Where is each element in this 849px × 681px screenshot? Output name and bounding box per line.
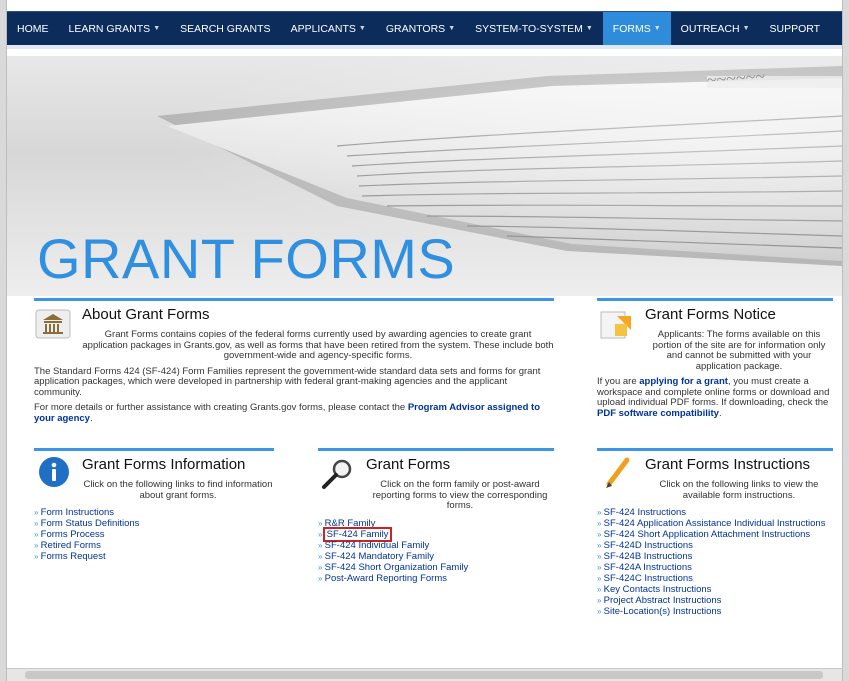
list-item[interactable]: Post-Award Reporting Forms — [318, 573, 554, 584]
page-title: GRANT FORMS — [37, 227, 456, 290]
chevron-down-icon: ▼ — [153, 25, 161, 32]
window-frame-left — [0, 0, 7, 681]
nav-item-grantors[interactable]: GRANTORS ▼ — [376, 12, 465, 46]
information-links: Form Instructions Form Status Definition… — [34, 507, 274, 562]
list-item[interactable]: SF-424C Instructions — [597, 573, 833, 584]
list-item[interactable]: SF-424 Short Application Attachment Inst… — [597, 529, 833, 540]
list-item[interactable]: SF-424 Individual Family — [318, 540, 554, 551]
warning-document-icon — [600, 311, 631, 339]
grant-forms-links: R&R Family SF-424 Family SF-424 Individu… — [318, 518, 554, 584]
list-item[interactable]: SF-424D Instructions — [597, 540, 833, 551]
chevron-down-icon: ▼ — [653, 25, 661, 32]
nav-item-applicants[interactable]: APPLICANTS ▼ — [281, 12, 376, 46]
section-divider — [34, 448, 274, 451]
highlighted-sf424-family-link[interactable]: SF-424 Family — [322, 526, 393, 542]
section-divider — [597, 298, 833, 301]
nav-item-system-to-system[interactable]: SYSTEM-TO-SYSTEM ▼ — [465, 12, 603, 46]
list-item[interactable]: Forms Request — [34, 551, 274, 562]
section-divider — [318, 448, 554, 451]
about-title: About Grant Forms — [82, 306, 210, 323]
list-item[interactable]: Form Instructions — [34, 507, 274, 518]
instructions-section: Grant Forms Instructions Click on the fo… — [597, 448, 833, 617]
nav-label: OUTREACH — [680, 23, 740, 35]
notice-paragraph-2: If you are applying for a grant, you mus… — [597, 376, 833, 419]
nav-item-search-grants[interactable]: SEARCH GRANTS — [170, 12, 280, 46]
scrollbar-thumb[interactable] — [25, 671, 823, 679]
about-p3-prefix: For more details or further assistance w… — [34, 402, 408, 413]
nav-label: SYSTEM-TO-SYSTEM — [475, 23, 583, 35]
window-frame-right — [842, 0, 849, 681]
hero-banner: ~~~~~~ GRANT FORMS — [7, 56, 842, 296]
nav-label: LEARN GRANTS — [68, 23, 151, 35]
nav-label: SEARCH GRANTS — [180, 23, 271, 35]
nav-label: HOME — [17, 23, 49, 35]
nav-label: GRANTORS — [385, 23, 446, 35]
list-item[interactable]: Form Status Definitions — [34, 518, 274, 529]
list-item[interactable]: R&R Family — [318, 518, 554, 529]
section-divider — [597, 448, 833, 451]
grant-forms-section: Grant Forms Click on the form family or … — [318, 448, 554, 584]
list-item[interactable]: Key Contacts Instructions — [597, 584, 833, 595]
nav-item-learn-grants[interactable]: LEARN GRANTS ▼ — [59, 12, 171, 46]
list-item[interactable]: SF-424A Instructions — [597, 562, 833, 573]
list-item[interactable]: Retired Forms — [34, 540, 274, 551]
applying-for-grant-link[interactable]: applying for a grant — [639, 376, 728, 387]
instructions-links: SF-424 Instructions SF-424 Application A… — [597, 507, 833, 617]
chevron-down-icon: ▼ — [358, 25, 366, 32]
pencil-icon — [606, 457, 630, 488]
chevron-down-icon: ▼ — [585, 25, 593, 32]
list-item[interactable]: SF-424 Application Assistance Individual… — [597, 518, 833, 529]
list-item[interactable]: Forms Process — [34, 529, 274, 540]
about-p3-suffix: . — [89, 412, 93, 424]
about-paragraph-3: For more details or further assistance w… — [34, 402, 554, 424]
nav-item-forms[interactable]: FORMS ▼ — [602, 12, 671, 46]
notice-p2-suffix: . — [718, 407, 722, 419]
list-item[interactable]: Site-Location(s) Instructions — [597, 606, 833, 617]
pdf-compatibility-link[interactable]: PDF software compatibility — [597, 408, 719, 419]
nav-label: APPLICANTS — [290, 23, 356, 35]
nav-item-home[interactable]: HOME — [7, 12, 59, 46]
chevron-down-icon: ▼ — [742, 25, 750, 32]
about-section: About Grant Forms Grant Forms contains c… — [34, 298, 554, 424]
about-paragraph-2: The Standard Forms 424 (SF-424) Form Fam… — [34, 365, 541, 398]
nav-label: SUPPORT — [769, 23, 821, 35]
info-icon — [39, 457, 69, 487]
horizontal-scrollbar[interactable] — [7, 668, 842, 681]
nav-label: FORMS — [612, 23, 651, 35]
information-section: Grant Forms Information Click on the fol… — [34, 448, 274, 562]
building-icon — [35, 309, 71, 339]
magnifier-icon — [322, 459, 352, 489]
nav-underline — [7, 45, 842, 49]
list-item[interactable]: Project Abstract Instructions — [597, 595, 833, 606]
about-paragraph-1: Grant Forms contains copies of the feder… — [82, 329, 554, 361]
main-navigation: HOME LEARN GRANTS ▼ SEARCH GRANTS APPLICA… — [7, 11, 842, 46]
notice-section: Grant Forms Notice Applicants: The forms… — [597, 298, 833, 419]
notice-p2-prefix: If you are — [597, 376, 640, 387]
list-item[interactable]: SF-424 Instructions — [597, 507, 833, 518]
list-item[interactable]: SF-424 Mandatory Family — [318, 551, 554, 562]
list-item[interactable]: SF-424 Family — [318, 526, 554, 542]
nav-item-support[interactable]: SUPPORT — [760, 12, 831, 46]
nav-item-outreach[interactable]: OUTREACH ▼ — [671, 12, 760, 46]
list-item[interactable]: SF-424 Short Organization Family — [318, 562, 554, 573]
chevron-down-icon: ▼ — [448, 25, 456, 32]
list-item[interactable]: SF-424B Instructions — [597, 551, 833, 562]
section-divider — [34, 298, 554, 301]
